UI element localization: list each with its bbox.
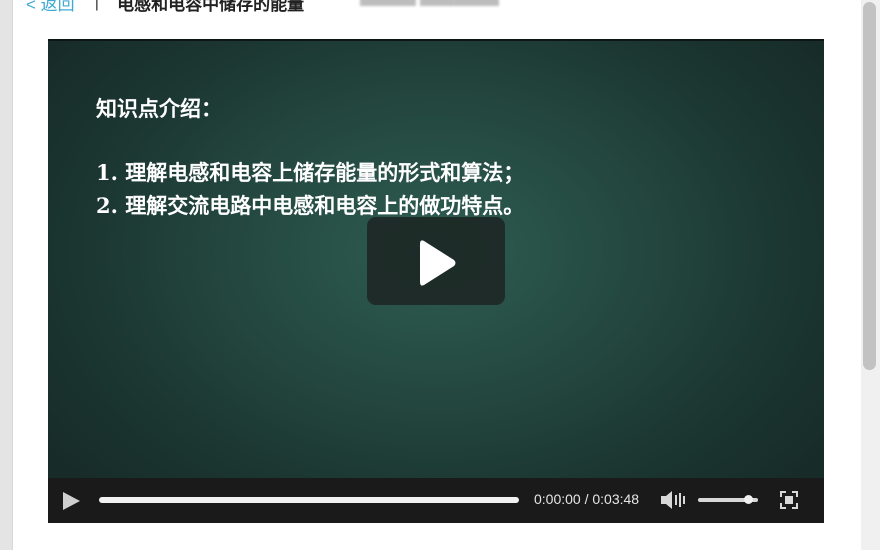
slide-line-1: 1. 理解电感和电容上储存能量的形式和算法； bbox=[96, 160, 525, 185]
header-separator: | bbox=[94, 0, 100, 11]
fullscreen-button[interactable] bbox=[779, 490, 799, 510]
blurred-header-text: █▆▇▅█ ▆▇█▅▆▇█ bbox=[360, 0, 560, 6]
fullscreen-icon bbox=[780, 491, 798, 509]
video-player: 知识点介绍： 1. 理解电感和电容上储存能量的形式和算法； 2. 理解交流电路中… bbox=[48, 39, 824, 523]
scrollbar-thumb[interactable] bbox=[863, 2, 876, 370]
mute-button[interactable] bbox=[660, 489, 686, 511]
play-icon bbox=[420, 240, 456, 286]
slide-line-2: 2. 理解交流电路中电感和电容上的做功特点。 bbox=[96, 193, 525, 218]
big-play-button[interactable] bbox=[367, 217, 505, 305]
volume-handle[interactable] bbox=[744, 495, 753, 504]
video-area[interactable]: 知识点介绍： 1. 理解电感和电容上储存能量的形式和算法； 2. 理解交流电路中… bbox=[48, 39, 824, 480]
volume-icon bbox=[661, 491, 685, 509]
play-button[interactable] bbox=[60, 490, 82, 512]
lesson-title: 电感和电容中储存的能量 bbox=[117, 0, 305, 14]
header-bar: < 返回 | 电感和电容中储存的能量 bbox=[26, 0, 304, 14]
progress-bar[interactable] bbox=[99, 497, 519, 503]
slide-heading: 知识点介绍： bbox=[96, 97, 222, 121]
page-scrollbar[interactable] bbox=[861, 0, 880, 550]
player-controls: 0:00:00 / 0:03:48 bbox=[48, 478, 824, 523]
back-link[interactable]: < 返回 bbox=[26, 0, 75, 15]
time-display: 0:00:00 / 0:03:48 bbox=[534, 491, 640, 507]
play-icon bbox=[63, 492, 80, 510]
